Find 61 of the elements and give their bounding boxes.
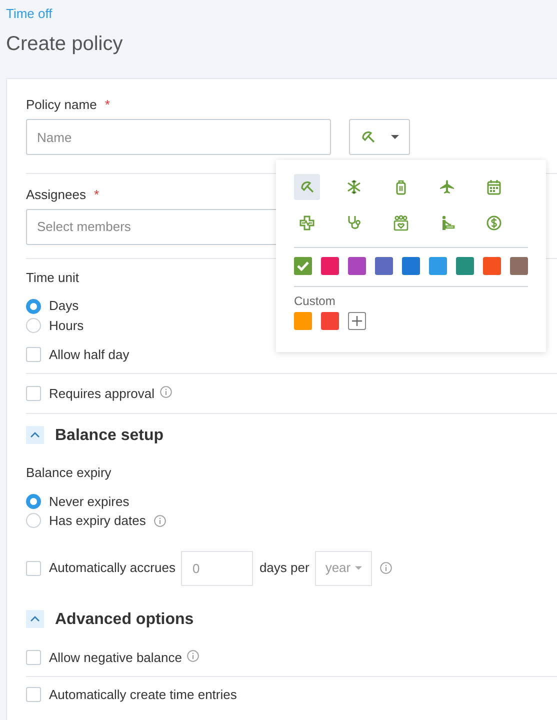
checkbox-label: Requires approval (49, 386, 155, 402)
checkbox-label: Automatically accrues (49, 560, 176, 576)
checkbox[interactable] (26, 650, 41, 666)
calendar-icon (486, 178, 502, 195)
color-swatch[interactable] (429, 256, 447, 275)
color-swatch[interactable] (294, 312, 312, 330)
color-swatch[interactable] (510, 256, 528, 275)
checkbox[interactable] (26, 686, 41, 702)
required-mark: * (94, 187, 100, 203)
color-swatch[interactable] (348, 256, 366, 275)
plus-icon (352, 316, 362, 326)
required-mark: * (104, 96, 110, 112)
section-title: Balance setup (55, 426, 164, 445)
color-swatch[interactable] (483, 256, 501, 275)
checkbox-label: Allow half day (49, 346, 130, 362)
radio-button[interactable] (26, 494, 41, 509)
caret-icon (355, 566, 362, 570)
family-icon (392, 214, 409, 231)
radio-button[interactable] (26, 318, 41, 334)
color-swatch[interactable] (375, 256, 393, 275)
radio-button[interactable] (26, 513, 41, 528)
section-title: Advanced options (55, 610, 194, 629)
chevron-up-icon (30, 616, 40, 622)
radio-button[interactable] (26, 298, 41, 314)
custom-label: Custom (294, 294, 336, 308)
collapse-toggle[interactable] (26, 610, 44, 628)
name-field[interactable]: Name (26, 119, 331, 156)
color-swatch[interactable] (294, 256, 312, 275)
radio-label: Hours (49, 318, 84, 334)
airplane-icon (439, 178, 456, 195)
medical-cross-icon (299, 214, 315, 231)
checkbox-label: Allow negative balance (49, 650, 182, 666)
umbrella-icon (299, 178, 315, 195)
radio-label: Has expiry dates (49, 513, 146, 529)
checkbox[interactable] (26, 346, 41, 362)
color-swatch[interactable] (321, 256, 339, 275)
color-swatch[interactable] (456, 256, 474, 275)
caret-icon (391, 135, 399, 140)
field-label: Time unit (26, 270, 79, 286)
collapse-toggle[interactable] (26, 426, 44, 444)
radio-label: Days (49, 298, 79, 314)
field-label: Assignees (26, 187, 86, 203)
umbrella-icon (360, 129, 376, 146)
dollar-coin-icon (486, 214, 502, 231)
icon-picker-button[interactable] (349, 119, 410, 156)
check-icon (297, 260, 309, 271)
color-swatch[interactable] (321, 312, 339, 330)
checkbox-label: Automatically create time entries (49, 686, 237, 702)
page-title: Create policy (6, 32, 124, 56)
field-label: Balance expiry (26, 464, 112, 481)
add-color-button[interactable] (348, 312, 366, 330)
unit-text: days per (259, 560, 310, 576)
icon-option[interactable] (294, 174, 320, 200)
radio-label: Never expires (49, 494, 130, 510)
checkbox[interactable] (26, 386, 41, 402)
snowflake-icon (346, 178, 362, 195)
color-swatch[interactable] (402, 256, 420, 275)
stethoscope-icon (346, 214, 362, 231)
breadcrumb-link[interactable]: Time off (6, 6, 52, 22)
chevron-up-icon (30, 432, 40, 438)
field-label: Policy name (26, 96, 97, 112)
